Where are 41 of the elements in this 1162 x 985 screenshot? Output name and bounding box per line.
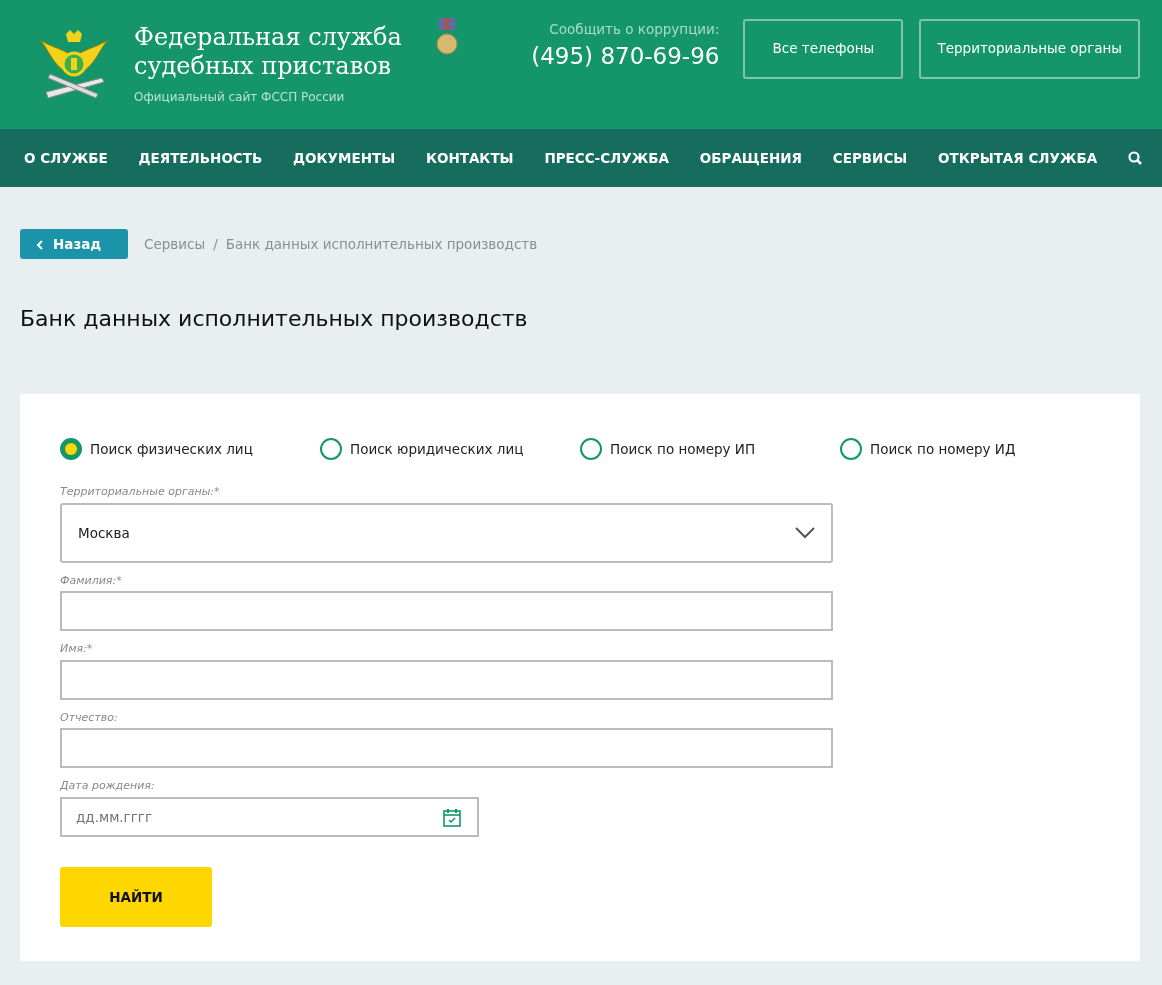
text-field[interactable] [60,659,833,700]
medal-icon [436,17,458,56]
text-field[interactable] [60,728,833,769]
nav-link[interactable]: КОНТАКТЫ [425,147,514,169]
date-field[interactable]: дд.мм.гггг [60,796,479,837]
site-subtitle: Официальный сайт ФССП России [134,89,346,107]
calendar-icon[interactable] [443,807,461,827]
search-button[interactable]: НАЙТИ [60,866,212,927]
text-field[interactable] [60,591,833,632]
back-button[interactable]: Назад [20,229,128,259]
field-label: Отчество: [60,709,119,726]
nav-link[interactable]: ПРЕСС-СЛУЖБА [544,147,669,169]
field-label: Дата рождения: [60,778,156,795]
nav-link[interactable]: ДОКУМЕНТЫ [293,147,396,169]
radio-label: Поиск по номеру ИП [610,440,756,460]
page-title: Банк данных исполнительных производств [20,306,529,333]
radio-button[interactable] [840,438,862,461]
chevron-icon [795,526,815,539]
breadcrumb-separator: / [213,234,218,254]
hotline-label: Сообщить о коррупции: [548,20,720,40]
header-button[interactable]: Территориальные органы [919,18,1140,79]
nav-link[interactable]: ДЕЯТЕЛЬНОСТЬ [138,147,263,169]
nav-link[interactable]: ОБРАЩЕНИЯ [699,147,802,169]
field-label: Фамилия:* [60,572,123,589]
chevron-left-icon [36,239,44,250]
radio-label: Поиск по номеру ИД [870,440,1016,460]
field-label: Имя:* [60,641,94,658]
search-icon[interactable] [1127,151,1142,165]
radio-label: Поиск физических лиц [90,440,253,460]
radio-label: Поиск юридических лиц [350,440,524,460]
radio-button[interactable] [320,438,342,461]
dropdown-field[interactable]: Москва [60,502,833,563]
radio-button[interactable] [580,438,602,461]
radio-button[interactable] [60,438,82,461]
nav-link[interactable]: СЕРВИСЫ [832,147,908,169]
header-button[interactable]: Все телефоны [743,18,904,79]
nav-link[interactable]: ОТКРЫТАЯ СЛУЖБА [938,147,1098,169]
field-label: Территориальные органы:* [60,484,221,501]
nav-link[interactable]: О СЛУЖБЕ [24,147,108,169]
hotline-phone: (495) 870-69-96 [531,42,720,72]
site-title: Федеральная служба судебных приставов [134,22,403,81]
